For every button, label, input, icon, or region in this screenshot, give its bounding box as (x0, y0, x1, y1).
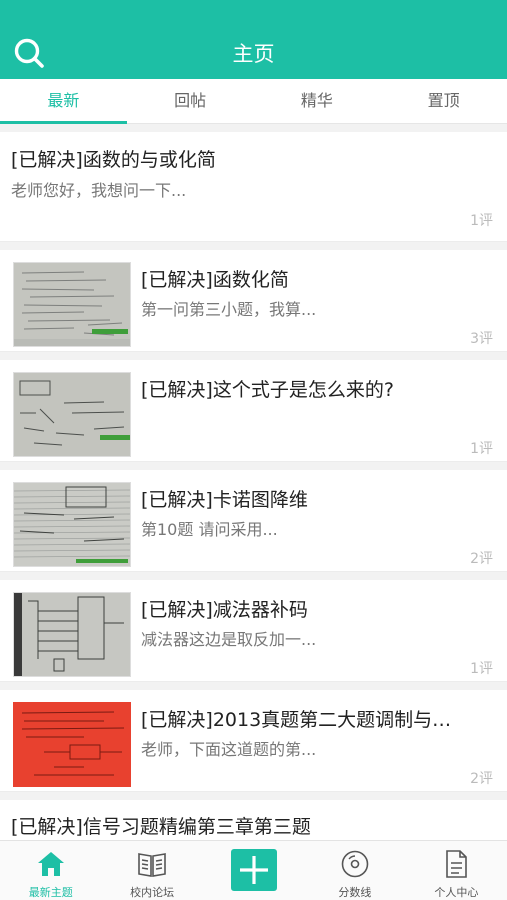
document-icon (446, 850, 468, 878)
post-excerpt: 老师，下面这道题的第... (141, 740, 317, 759)
top-bar: 主页 (0, 0, 507, 79)
tabbar-label: 个人中心 (434, 886, 479, 899)
comment-count: 2评 (470, 551, 493, 567)
tabbar-item-latest[interactable]: 最新主题 (0, 841, 101, 900)
disc-icon (341, 850, 369, 878)
post-thumbnail (13, 592, 131, 677)
post-title: [已解决]函数的与或化简 (11, 149, 216, 171)
tab-latest[interactable]: 最新 (0, 79, 127, 124)
tabbar-label: 最新主题 (28, 886, 73, 899)
post-excerpt: 第10题 请问采用... (141, 520, 278, 539)
post-list: [已解决]函数的与或化简 老师您好，我想问一下... 1评 [已解决]函数化简 … (0, 132, 507, 860)
tabbar-label: 校内论坛 (130, 886, 175, 899)
bottom-tab-bar: 最新主题 校内论坛 分数线 个人中心 (0, 840, 507, 900)
post-thumbnail (13, 262, 131, 347)
tab-replies[interactable]: 回帖 (127, 79, 254, 123)
tab-featured[interactable]: 精华 (254, 79, 381, 123)
app-screen: 主页 最新 回帖 精华 置顶 [已解决]函数的与或化简 老师您好，我想问一下..… (0, 0, 507, 900)
post-title: [已解决]函数化简 (141, 269, 289, 291)
post-excerpt: 老师您好，我想问一下... (11, 181, 187, 200)
list-item[interactable]: [已解决]这个式子是怎么来的? 1评 (0, 360, 507, 462)
page-title: 主页 (232, 42, 275, 66)
list-item[interactable]: [已解决]函数化简 第一问第三小题，我算... 3评 (0, 250, 507, 352)
plus-icon (239, 856, 268, 884)
tabbar-item-forum[interactable]: 校内论坛 (101, 841, 202, 900)
post-title: [已解决]减法器补码 (141, 599, 308, 621)
tabbar-item-profile[interactable]: 个人中心 (406, 841, 507, 900)
tab-pinned[interactable]: 置顶 (380, 79, 507, 123)
post-title: [已解决]信号习题精编第三章第三题 (11, 816, 311, 838)
post-excerpt: 减法器这边是取反加一... (141, 630, 317, 649)
post-thumbnail (13, 482, 131, 567)
post-excerpt: 第一问第三小题，我算... (141, 300, 317, 319)
list-item[interactable]: [已解决]函数的与或化简 老师您好，我想问一下... 1评 (0, 132, 507, 242)
list-item[interactable]: [已解决]减法器补码 减法器这边是取反加一... 1评 (0, 580, 507, 682)
comment-count: 1评 (470, 441, 493, 457)
tabbar-item-new-post[interactable] (203, 841, 304, 900)
comment-count: 2评 (470, 771, 493, 787)
home-icon (37, 852, 64, 876)
post-title: [已解决]2013真题第二大题调制与… (141, 709, 452, 731)
comment-count: 1评 (470, 213, 493, 229)
new-post-button[interactable] (230, 849, 277, 891)
tabbar-item-score-line[interactable]: 分数线 (304, 841, 405, 900)
post-title: [已解决]这个式子是怎么来的? (141, 379, 394, 401)
post-thumbnail (13, 702, 131, 787)
post-thumbnail (13, 372, 131, 457)
list-item[interactable]: [已解决]2013真题第二大题调制与… 老师，下面这道题的第... 2评 (0, 690, 507, 792)
tab-bar: 最新 回帖 精华 置顶 (0, 79, 507, 124)
book-icon (138, 853, 166, 877)
comment-count: 3评 (470, 331, 493, 347)
tabbar-label: 分数线 (338, 886, 372, 899)
list-item[interactable]: [已解决]卡诺图降维 第10题 请问采用... 2评 (0, 470, 507, 572)
comment-count: 1评 (470, 661, 493, 677)
post-title: [已解决]卡诺图降维 (141, 489, 308, 511)
